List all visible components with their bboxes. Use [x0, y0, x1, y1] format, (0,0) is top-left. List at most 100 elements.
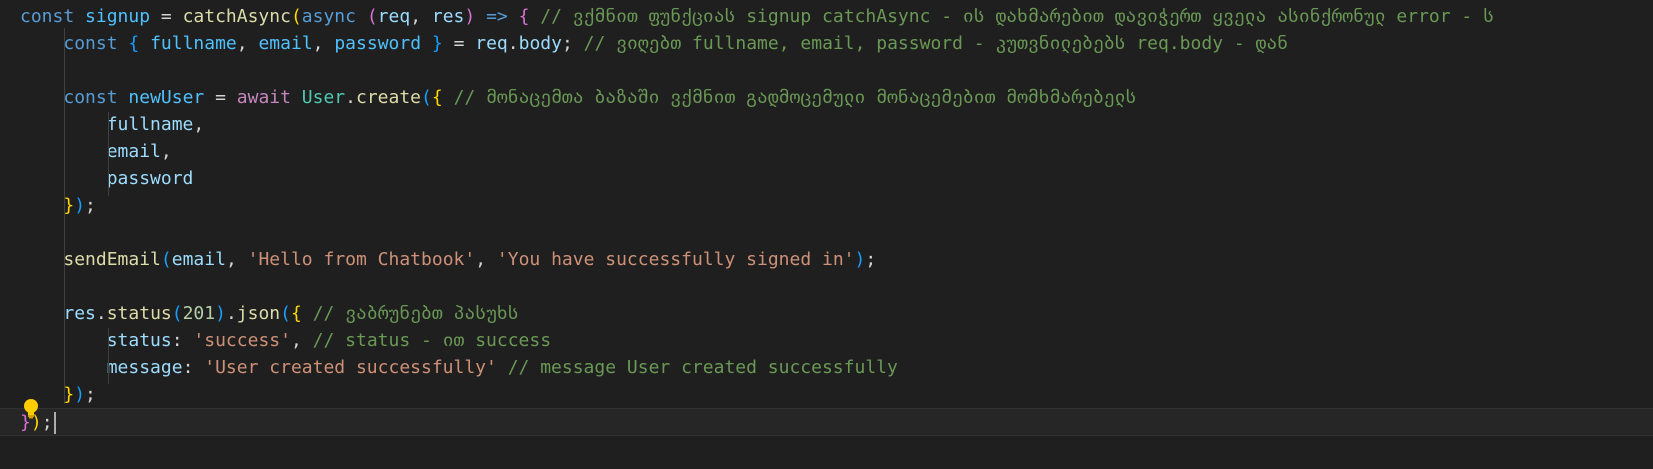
code-token: // status - ით success — [312, 330, 552, 351]
code-token: email — [106, 141, 161, 162]
code-token: = — [204, 87, 237, 108]
code-token: ) — [464, 6, 476, 27]
code-token: req — [377, 6, 411, 27]
code-token: // მონაცემთა ბაზაში ვქმნით გადმოცემული მ… — [453, 87, 1137, 108]
code-token: . — [345, 87, 356, 108]
code-token: . — [225, 303, 237, 324]
code-token: create — [356, 87, 422, 108]
code-token: await — [236, 87, 291, 108]
code-text: const newUser = await User.create({ // მ… — [20, 84, 1136, 112]
code-token: ) — [74, 384, 86, 405]
code-token: , — [475, 249, 497, 270]
code-line[interactable]: }); — [0, 192, 1653, 220]
code-token: message — [106, 357, 183, 378]
code-token: const — [63, 87, 118, 108]
code-line[interactable]: res.status(201).json({ // ვაბრუნებთ პასუ… — [0, 300, 1653, 328]
code-text: sendEmail(email, 'Hello from Chatbook', … — [20, 246, 876, 274]
code-token: status — [106, 303, 172, 324]
code-token: ) — [854, 249, 866, 270]
code-token: email — [258, 33, 313, 54]
code-token: // ვიღებთ fullname, email, password - კუ… — [583, 33, 1289, 54]
code-token: ( — [160, 249, 172, 270]
code-text: fullname, — [20, 111, 205, 139]
code-line[interactable]: message: 'User created successfully' // … — [0, 354, 1653, 382]
code-token: catchAsync — [182, 6, 291, 27]
code-token: { — [291, 303, 302, 324]
code-token: 'success' — [193, 330, 291, 351]
code-text: status: 'success', // status - ით succes… — [20, 327, 551, 355]
code-line[interactable] — [0, 219, 1653, 247]
code-token: ) — [215, 303, 226, 324]
code-token: res — [431, 6, 465, 27]
code-token: fullname — [106, 114, 194, 135]
code-line[interactable] — [0, 57, 1653, 85]
code-token: const — [63, 33, 118, 54]
code-token: ( — [366, 6, 378, 27]
code-token: 'Hello from Chatbook' — [247, 249, 476, 270]
code-token: , — [410, 6, 432, 27]
code-line[interactable]: email, — [0, 138, 1653, 166]
lightbulb-icon[interactable] — [22, 398, 40, 420]
code-token: // message User created successfully — [507, 357, 898, 378]
code-token: password — [334, 33, 422, 54]
code-token: ; — [85, 384, 96, 405]
code-token: 'You have successfully signed in' — [496, 249, 855, 270]
code-line[interactable]: }); — [0, 408, 1653, 436]
code-token: ( — [280, 303, 291, 324]
indent-guide — [108, 112, 109, 196]
code-token: . — [507, 33, 519, 54]
code-token: ( — [421, 87, 432, 108]
code-token: ; — [41, 412, 53, 433]
code-token: = — [150, 6, 183, 27]
code-token: => — [486, 6, 508, 27]
code-token: signup — [85, 6, 151, 27]
code-token: : — [182, 357, 205, 378]
text-cursor — [53, 412, 56, 434]
code-token: body — [518, 33, 562, 54]
code-line[interactable]: fullname, — [0, 111, 1653, 139]
code-line[interactable] — [0, 273, 1653, 301]
code-token: = — [442, 33, 476, 54]
code-token: newUser — [128, 87, 205, 108]
code-token: ; — [561, 33, 584, 54]
code-editor[interactable]: const signup = catchAsync(async (req, re… — [0, 0, 1653, 469]
code-line[interactable]: status: 'success', // status - ით succes… — [0, 327, 1653, 355]
code-text: password — [20, 165, 194, 193]
code-line[interactable]: }); — [0, 381, 1653, 409]
code-token: User — [301, 87, 346, 108]
code-token: } — [431, 33, 443, 54]
code-token: req — [475, 33, 508, 54]
code-token: async — [301, 6, 356, 27]
code-line[interactable]: sendEmail(email, 'Hello from Chatbook', … — [0, 246, 1653, 274]
code-token: { — [431, 87, 443, 108]
code-token: { — [128, 33, 140, 54]
code-token: // ვქმნით ფუნქციას signup catchAsync - ი… — [540, 6, 1494, 27]
code-token: res — [63, 303, 96, 324]
code-text: const signup = catchAsync(async (req, re… — [20, 3, 1494, 31]
code-token: 'User created successfully' — [204, 357, 497, 378]
code-line[interactable]: const newUser = await User.create({ // მ… — [0, 84, 1653, 112]
indent-guide — [64, 28, 65, 404]
code-line[interactable]: const signup = catchAsync(async (req, re… — [0, 3, 1653, 31]
code-token: . — [95, 303, 107, 324]
code-line[interactable]: const { fullname, email, password } = re… — [0, 30, 1653, 58]
code-token: fullname — [150, 33, 237, 54]
code-token: ; — [85, 195, 96, 216]
code-token: , — [236, 33, 259, 54]
code-token: , — [225, 249, 248, 270]
code-line[interactable]: password — [0, 165, 1653, 193]
code-token: { — [518, 6, 530, 27]
